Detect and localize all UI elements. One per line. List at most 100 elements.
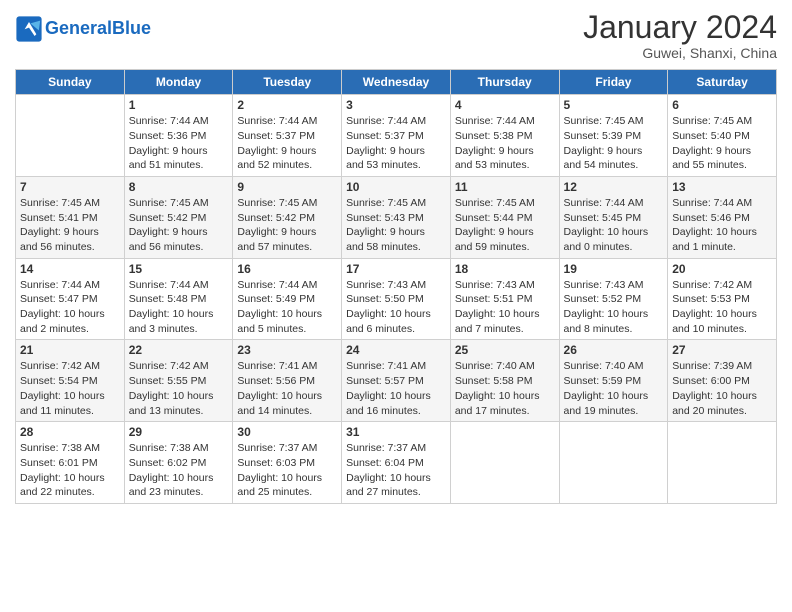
day-info: Sunrise: 7:44 AMSunset: 5:49 PMDaylight:… <box>237 278 337 337</box>
calendar-day-header: Thursday <box>450 70 559 95</box>
day-number: 29 <box>129 425 229 439</box>
day-info: Sunrise: 7:37 AMSunset: 6:03 PMDaylight:… <box>237 441 337 500</box>
calendar-cell: 4 Sunrise: 7:44 AMSunset: 5:38 PMDaylight… <box>450 95 559 177</box>
page-header: GeneralBlue January 2024 Guwei, Shanxi, … <box>15 10 777 61</box>
calendar-cell <box>559 422 668 504</box>
day-info: Sunrise: 7:44 AMSunset: 5:36 PMDaylight:… <box>129 114 229 173</box>
logo-general: General <box>45 18 112 38</box>
calendar-cell: 23 Sunrise: 7:41 AMSunset: 5:56 PMDayligh… <box>233 340 342 422</box>
day-info: Sunrise: 7:44 AMSunset: 5:47 PMDaylight:… <box>20 278 120 337</box>
calendar-cell: 19Sunrise: 7:43 AMSunset: 5:52 PMDayligh… <box>559 258 668 340</box>
day-info: Sunrise: 7:40 AMSunset: 5:58 PMDaylight:… <box>455 359 555 418</box>
day-number: 14 <box>20 262 120 276</box>
day-info: Sunrise: 7:41 AMSunset: 5:56 PMDaylight:… <box>237 359 337 418</box>
day-number: 26 <box>564 343 664 357</box>
day-info: Sunrise: 7:44 AMSunset: 5:37 PMDaylight:… <box>237 114 337 173</box>
day-info: Sunrise: 7:40 AMSunset: 5:59 PMDaylight:… <box>564 359 664 418</box>
calendar-week-row: 7 Sunrise: 7:45 AMSunset: 5:41 PMDaylight… <box>16 176 777 258</box>
day-info: Sunrise: 7:44 AMSunset: 5:45 PMDaylight:… <box>564 196 664 255</box>
day-number: 8 <box>129 180 229 194</box>
day-number: 18 <box>455 262 555 276</box>
day-info: Sunrise: 7:45 AMSunset: 5:39 PMDaylight:… <box>564 114 664 173</box>
calendar-cell <box>450 422 559 504</box>
day-info: Sunrise: 7:44 AMSunset: 5:46 PMDaylight:… <box>672 196 772 255</box>
calendar-week-row: 21 Sunrise: 7:42 AMSunset: 5:54 PMDayligh… <box>16 340 777 422</box>
calendar-cell: 30 Sunrise: 7:37 AMSunset: 6:03 PMDayligh… <box>233 422 342 504</box>
day-number: 16 <box>237 262 337 276</box>
day-number: 12 <box>564 180 664 194</box>
day-number: 30 <box>237 425 337 439</box>
day-number: 21 <box>20 343 120 357</box>
day-info: Sunrise: 7:37 AMSunset: 6:04 PMDaylight:… <box>346 441 446 500</box>
calendar-cell: 1 Sunrise: 7:44 AMSunset: 5:36 PMDaylight… <box>124 95 233 177</box>
calendar-day-header: Wednesday <box>342 70 451 95</box>
calendar-cell: 18Sunrise: 7:43 AMSunset: 5:51 PMDayligh… <box>450 258 559 340</box>
day-number: 17 <box>346 262 446 276</box>
calendar-day-header: Saturday <box>668 70 777 95</box>
day-info: Sunrise: 7:42 AMSunset: 5:54 PMDaylight:… <box>20 359 120 418</box>
calendar-cell: 6Sunrise: 7:45 AMSunset: 5:40 PMDaylight… <box>668 95 777 177</box>
calendar-week-row: 28 Sunrise: 7:38 AMSunset: 6:01 PMDayligh… <box>16 422 777 504</box>
calendar-cell: 8 Sunrise: 7:45 AMSunset: 5:42 PMDaylight… <box>124 176 233 258</box>
calendar-cell: 10 Sunrise: 7:45 AMSunset: 5:43 PMDayligh… <box>342 176 451 258</box>
day-number: 23 <box>237 343 337 357</box>
day-info: Sunrise: 7:42 AMSunset: 5:53 PMDaylight:… <box>672 278 772 337</box>
location: Guwei, Shanxi, China <box>583 45 777 61</box>
calendar-cell: 17Sunrise: 7:43 AMSunset: 5:50 PMDayligh… <box>342 258 451 340</box>
day-number: 5 <box>564 98 664 112</box>
calendar-day-header: Tuesday <box>233 70 342 95</box>
calendar-cell <box>16 95 125 177</box>
day-number: 20 <box>672 262 772 276</box>
day-number: 28 <box>20 425 120 439</box>
logo-blue: Blue <box>112 18 151 38</box>
calendar-cell: 15 Sunrise: 7:44 AMSunset: 5:48 PMDayligh… <box>124 258 233 340</box>
calendar-cell: 12 Sunrise: 7:44 AMSunset: 5:45 PMDayligh… <box>559 176 668 258</box>
day-number: 27 <box>672 343 772 357</box>
calendar-cell: 7 Sunrise: 7:45 AMSunset: 5:41 PMDaylight… <box>16 176 125 258</box>
day-number: 1 <box>129 98 229 112</box>
calendar-cell: 3Sunrise: 7:44 AMSunset: 5:37 PMDaylight… <box>342 95 451 177</box>
logo-icon <box>15 15 43 43</box>
calendar-cell: 11 Sunrise: 7:45 AMSunset: 5:44 PMDayligh… <box>450 176 559 258</box>
day-info: Sunrise: 7:42 AMSunset: 5:55 PMDaylight:… <box>129 359 229 418</box>
calendar-cell: 14 Sunrise: 7:44 AMSunset: 5:47 PMDayligh… <box>16 258 125 340</box>
calendar-day-header: Friday <box>559 70 668 95</box>
day-info: Sunrise: 7:44 AMSunset: 5:48 PMDaylight:… <box>129 278 229 337</box>
day-number: 24 <box>346 343 446 357</box>
calendar-day-header: Sunday <box>16 70 125 95</box>
calendar-cell: 5 Sunrise: 7:45 AMSunset: 5:39 PMDaylight… <box>559 95 668 177</box>
day-number: 22 <box>129 343 229 357</box>
calendar-cell: 27 Sunrise: 7:39 AMSunset: 6:00 PMDayligh… <box>668 340 777 422</box>
day-number: 25 <box>455 343 555 357</box>
calendar-cell: 9Sunrise: 7:45 AMSunset: 5:42 PMDaylight… <box>233 176 342 258</box>
calendar-header-row: SundayMondayTuesdayWednesdayThursdayFrid… <box>16 70 777 95</box>
day-info: Sunrise: 7:45 AMSunset: 5:44 PMDaylight:… <box>455 196 555 255</box>
day-number: 15 <box>129 262 229 276</box>
day-info: Sunrise: 7:45 AMSunset: 5:42 PMDaylight:… <box>129 196 229 255</box>
logo: GeneralBlue <box>15 15 151 43</box>
day-info: Sunrise: 7:45 AMSunset: 5:41 PMDaylight:… <box>20 196 120 255</box>
day-number: 2 <box>237 98 337 112</box>
day-number: 7 <box>20 180 120 194</box>
calendar-table: SundayMondayTuesdayWednesdayThursdayFrid… <box>15 69 777 504</box>
calendar-cell: 29Sunrise: 7:38 AMSunset: 6:02 PMDayligh… <box>124 422 233 504</box>
calendar-cell: 16 Sunrise: 7:44 AMSunset: 5:49 PMDayligh… <box>233 258 342 340</box>
day-info: Sunrise: 7:38 AMSunset: 6:01 PMDaylight:… <box>20 441 120 500</box>
calendar-day-header: Monday <box>124 70 233 95</box>
calendar-week-row: 1 Sunrise: 7:44 AMSunset: 5:36 PMDaylight… <box>16 95 777 177</box>
calendar-cell: 20 Sunrise: 7:42 AMSunset: 5:53 PMDayligh… <box>668 258 777 340</box>
day-number: 13 <box>672 180 772 194</box>
day-number: 11 <box>455 180 555 194</box>
calendar-cell: 21 Sunrise: 7:42 AMSunset: 5:54 PMDayligh… <box>16 340 125 422</box>
day-number: 10 <box>346 180 446 194</box>
day-number: 31 <box>346 425 446 439</box>
day-info: Sunrise: 7:41 AMSunset: 5:57 PMDaylight:… <box>346 359 446 418</box>
day-info: Sunrise: 7:45 AMSunset: 5:43 PMDaylight:… <box>346 196 446 255</box>
day-info: Sunrise: 7:45 AMSunset: 5:40 PMDaylight:… <box>672 114 772 173</box>
day-info: Sunrise: 7:44 AMSunset: 5:38 PMDaylight:… <box>455 114 555 173</box>
day-number: 19 <box>564 262 664 276</box>
calendar-cell: 22 Sunrise: 7:42 AMSunset: 5:55 PMDayligh… <box>124 340 233 422</box>
day-info: Sunrise: 7:39 AMSunset: 6:00 PMDaylight:… <box>672 359 772 418</box>
calendar-cell: 31 Sunrise: 7:37 AMSunset: 6:04 PMDayligh… <box>342 422 451 504</box>
day-number: 4 <box>455 98 555 112</box>
